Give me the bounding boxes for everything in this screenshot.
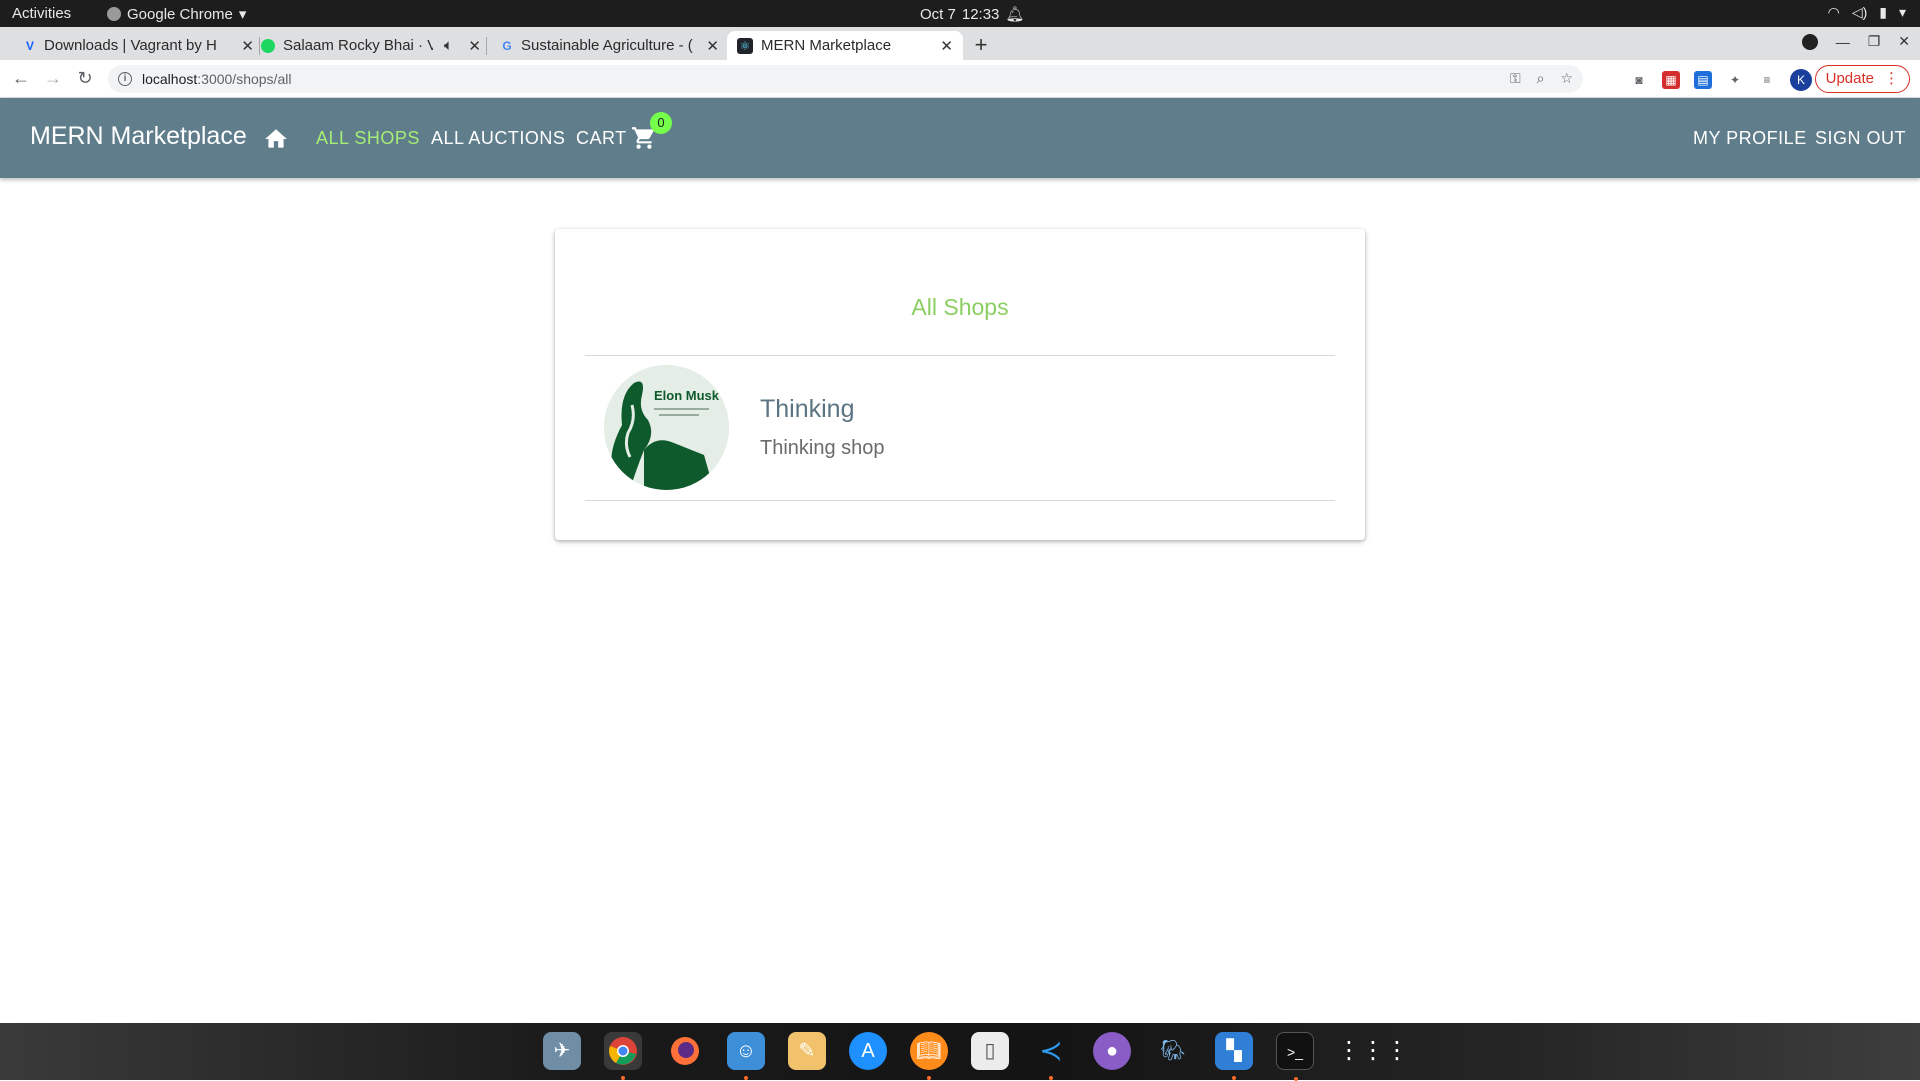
books-icon[interactable]: 📖︎	[910, 1032, 948, 1080]
postgresql-icon[interactable]: 🐘︎	[1154, 1032, 1192, 1070]
nav-all-auctions[interactable]: ALL AUCTIONS	[431, 128, 565, 149]
key-icon[interactable]: ⚿	[1510, 70, 1521, 87]
logo-caption: Elon Musk	[654, 388, 720, 403]
tab-vagrant[interactable]: V Downloads | Vagrant by H ✕	[22, 31, 260, 60]
close-icon[interactable]: ✕	[241, 37, 254, 55]
activities-button[interactable]: Activities	[12, 5, 71, 22]
tab-google[interactable]: G Sustainable Agriculture - ( ✕	[499, 31, 719, 60]
nav-all-shops[interactable]: ALL SHOPS	[316, 128, 420, 149]
reload-icon[interactable]: ↻	[74, 67, 96, 89]
clock[interactable]: Oct 7 12:33 🔔︎	[920, 5, 1025, 24]
cart-count-badge: 0	[650, 112, 672, 134]
clock-date: Oct 7	[920, 5, 956, 23]
show-apps-grid-icon[interactable]: ⋮⋮⋮	[1337, 1032, 1409, 1070]
nav-sign-out[interactable]: SIGN OUT	[1815, 128, 1906, 149]
nav-my-profile[interactable]: MY PROFILE	[1693, 128, 1807, 149]
restore-icon[interactable]: ❐	[1868, 33, 1881, 50]
chevron-down-icon: ▾	[1898, 4, 1906, 20]
tab-title: Downloads | Vagrant by H	[44, 37, 217, 54]
omnibox-actions: ⚿ ⌕ ☆	[1510, 70, 1573, 87]
tab-strip: V Downloads | Vagrant by H ✕ Salaam Rock…	[0, 27, 1920, 60]
url-path: :3000/shops/all	[197, 71, 292, 87]
ubuntu-software-icon[interactable]: ✈	[543, 1032, 581, 1070]
close-icon[interactable]: ✕	[706, 37, 719, 55]
elon-musk-logo-image: Elon Musk	[604, 365, 729, 490]
new-tab-button[interactable]: +	[968, 32, 994, 58]
info-icon[interactable]: i	[118, 72, 132, 86]
nav-cart[interactable]: CART	[576, 128, 627, 149]
star-icon[interactable]: ☆	[1560, 70, 1573, 87]
tab-search-icon[interactable]	[1801, 33, 1818, 50]
list-item[interactable]: Elon Musk Thinking Thinking shop	[585, 356, 1335, 500]
kebab-menu-icon: ⋮	[1884, 70, 1899, 87]
close-icon[interactable]: ✕	[940, 37, 953, 55]
extension-red-icon[interactable]: ▦	[1662, 71, 1680, 89]
extensions-area: ◙ ▦ ▤ ✦ ≡ K	[1630, 69, 1812, 91]
tab-mern-marketplace[interactable]: ⚛ MERN Marketplace ✕	[727, 31, 963, 60]
forward-arrow-icon[interactable]: →	[42, 67, 64, 89]
firefox-icon[interactable]	[666, 1032, 704, 1070]
chrome-logo-icon	[609, 1037, 637, 1065]
tab-title: MERN Marketplace	[761, 37, 892, 54]
back-arrow-icon[interactable]: ←	[10, 67, 32, 89]
divider	[585, 500, 1335, 501]
extension-blue-icon[interactable]: ▤	[1694, 71, 1712, 89]
battery-icon: ▮	[1879, 4, 1887, 20]
spotify-icon	[261, 39, 275, 53]
camera-icon[interactable]: ◙	[1630, 71, 1648, 89]
window-controls: — ❐ ✕	[1801, 33, 1910, 50]
text-editor-icon[interactable]: ▯	[971, 1032, 1009, 1070]
vscode-icon[interactable]: ≺	[1032, 1032, 1070, 1080]
close-icon[interactable]: ✕	[468, 37, 481, 55]
react-icon: ⚛	[737, 38, 753, 54]
caret-down-icon: ▾	[238, 6, 247, 23]
close-window-icon[interactable]: ✕	[1898, 33, 1910, 50]
home-icon[interactable]	[263, 126, 289, 152]
tab-title: Salaam Rocky Bhai · Vi	[283, 37, 433, 54]
app-store-icon[interactable]: A	[849, 1032, 887, 1070]
puzzle-icon[interactable]: ✦	[1726, 71, 1744, 89]
chrome-dock-icon[interactable]	[604, 1032, 642, 1080]
firefox-logo-icon	[671, 1037, 699, 1065]
tab-separator	[486, 37, 487, 55]
shops-card: All Shops Elon Musk Thinking Thinking sh…	[555, 229, 1365, 540]
url-text[interactable]: localhost:3000/shops/all	[142, 71, 291, 87]
clock-time: 12:33	[961, 5, 1000, 23]
wifi-icon: ◠	[1827, 4, 1840, 20]
shop-logo: Elon Musk	[604, 365, 729, 490]
chrome-app-icon	[107, 7, 121, 21]
terminal-icon[interactable]: >_	[1276, 1032, 1314, 1081]
profile-avatar[interactable]: K	[1790, 69, 1812, 91]
browser-toolbar: ← → ↻ i localhost:3000/shops/all ⚿ ⌕ ☆ ◙…	[0, 60, 1920, 98]
system-monitor-icon[interactable]: ▚	[1215, 1032, 1253, 1080]
tab-separator	[259, 37, 260, 55]
app-menu-label: Google Chrome	[127, 5, 233, 23]
address-bar[interactable]: i localhost:3000/shops/all ⚿ ⌕ ☆	[108, 65, 1583, 93]
notes-icon[interactable]: ✎	[788, 1032, 826, 1070]
bell-icon: 🔔︎	[1005, 6, 1025, 23]
minimize-icon[interactable]: —	[1836, 34, 1850, 50]
app-header: MERN Marketplace ALL SHOPS ALL AUCTIONS …	[0, 98, 1920, 178]
media-control-icon[interactable]: ≡	[1758, 71, 1776, 89]
github-icon[interactable]: ●	[1093, 1032, 1131, 1070]
volume-icon: ◁)	[1851, 4, 1868, 20]
dock: ✈ ☺ ✎ A 📖︎ ▯ ≺ ● 🐘︎ ▚ >_ ⋮⋮⋮	[0, 1023, 1920, 1081]
app-brand: MERN Marketplace	[30, 122, 247, 150]
system-tray[interactable]: ◠ ◁) ▮ ▾	[1828, 4, 1906, 21]
finder-icon[interactable]: ☺	[727, 1032, 765, 1080]
system-top-bar: Activities Google Chrome ▾ Oct 7 12:33 🔔…	[0, 0, 1920, 27]
speaker-icon[interactable]: 🔈︎	[444, 37, 453, 54]
url-host: localhost	[142, 71, 198, 87]
page-title: All Shops	[911, 294, 1009, 320]
update-label: Update	[1825, 70, 1874, 87]
tab-title: Sustainable Agriculture - (	[521, 37, 693, 54]
tab-spotify[interactable]: Salaam Rocky Bhai · Vi 🔈︎ ✕	[261, 31, 487, 60]
shop-description: Thinking shop	[760, 437, 885, 459]
google-icon: G	[502, 39, 512, 53]
update-button[interactable]: Update ⋮	[1814, 65, 1910, 93]
shop-name[interactable]: Thinking	[760, 395, 855, 424]
app-menu[interactable]: Google Chrome ▾	[107, 5, 246, 23]
vagrant-icon: V	[25, 39, 34, 53]
zoom-icon[interactable]: ⌕	[1537, 70, 1545, 87]
